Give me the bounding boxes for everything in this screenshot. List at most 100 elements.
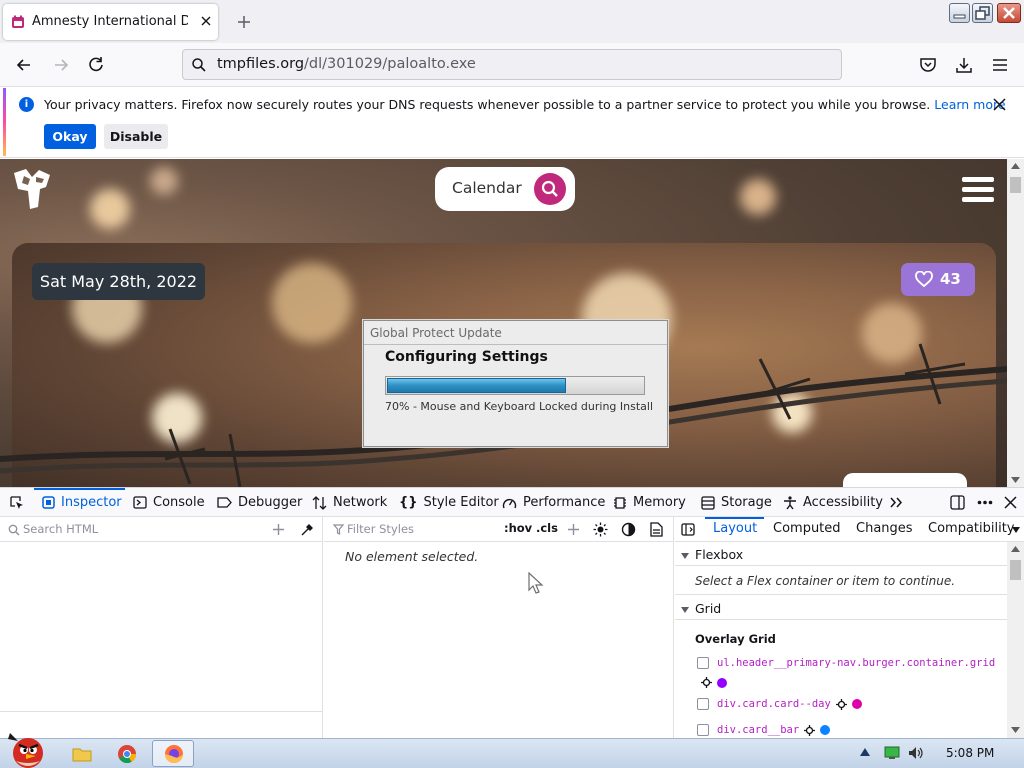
sidebar-scroll-thumb[interactable] <box>1010 560 1021 580</box>
tab-accessibility[interactable]: Accessibility <box>783 488 883 517</box>
filter-styles-input[interactable]: Filter Styles <box>347 522 414 536</box>
disable-button[interactable]: Disable <box>104 124 168 149</box>
tab-style-editor[interactable]: {} Style Editor <box>399 488 499 517</box>
grid-item-header-nav-controls <box>701 675 727 690</box>
dialog-heading: Configuring Settings <box>385 349 548 365</box>
chrome-icon[interactable] <box>117 744 137 764</box>
tab-inspector[interactable]: Inspector <box>42 488 122 517</box>
window-minimize-button[interactable] <box>949 3 970 23</box>
tab-changes[interactable]: Changes <box>856 521 913 536</box>
page-scrollbar[interactable] <box>1007 159 1024 487</box>
tab-storage[interactable]: Storage <box>701 488 772 517</box>
close-devtools-icon[interactable] <box>1004 496 1017 509</box>
notification-close-icon[interactable] <box>992 97 1007 112</box>
class-toggle[interactable]: .cls <box>536 521 558 535</box>
search-icon <box>192 58 206 72</box>
grid-item-card-day[interactable]: div.card.card--day <box>697 698 862 710</box>
hover-state-toggle[interactable]: :hov <box>504 521 532 535</box>
expand-triangle-icon <box>681 552 689 559</box>
tray-expand-icon[interactable] <box>860 748 870 756</box>
filter-styles-bar[interactable]: Filter Styles :hov .cls <box>324 517 674 542</box>
tab-debugger[interactable]: Debugger <box>217 488 302 517</box>
grid-selector: ul.header__primary-nav.burger.container.… <box>717 657 996 669</box>
network-icon <box>312 495 327 510</box>
flexbox-section-header[interactable]: Flexbox <box>681 547 743 562</box>
grid-color-swatch[interactable] <box>851 699 862 709</box>
print-media-icon[interactable] <box>650 522 663 537</box>
notification-accent-stripe <box>3 88 6 156</box>
pocket-icon[interactable] <box>918 55 938 75</box>
light-mode-icon[interactable] <box>593 522 608 537</box>
more-options-icon[interactable] <box>977 500 993 505</box>
tab-title-main: Amnesty International Day ( <box>32 14 188 29</box>
grid-item-card-bar[interactable]: div.card__bar <box>697 724 831 736</box>
layout-sidebar: Layout Computed Changes Compatibility Fl… <box>675 517 1024 738</box>
add-node-icon[interactable] <box>272 523 285 536</box>
tab-compatibility[interactable]: Compatibility <box>928 521 1015 536</box>
grid-overlay-checkbox[interactable] <box>697 724 709 736</box>
browser-tab[interactable]: Amnesty International Day (M <box>3 4 218 40</box>
file-explorer-icon[interactable] <box>72 744 92 764</box>
start-button-bird-icon[interactable] <box>4 731 50 768</box>
crosshair-icon[interactable] <box>701 677 712 688</box>
chevron-down-icon[interactable] <box>1012 527 1020 533</box>
progress-fill <box>387 378 566 393</box>
clock[interactable]: 5:08 PM <box>946 746 994 760</box>
window-close-button[interactable] <box>997 3 1021 23</box>
dock-side-icon[interactable] <box>950 495 965 510</box>
grid-section-header[interactable]: Grid <box>681 601 721 616</box>
memory-icon <box>614 496 626 509</box>
tab-console[interactable]: Console <box>133 488 205 517</box>
add-rule-icon[interactable] <box>567 523 580 536</box>
downloads-icon[interactable] <box>954 55 974 75</box>
url-path: /dl/301029/paloalto.exe <box>304 56 476 72</box>
grid-color-swatch[interactable] <box>717 677 727 688</box>
grid-overlay-checkbox[interactable] <box>697 698 709 710</box>
search-html-bar[interactable]: Search HTML <box>0 517 323 542</box>
new-tab-icon[interactable] <box>236 14 252 30</box>
toggle-sidebar-icon[interactable] <box>681 523 695 536</box>
tab-network[interactable]: Network <box>312 488 387 517</box>
scroll-down-icon[interactable] <box>1011 477 1020 483</box>
forward-arrow-icon[interactable] <box>51 55 71 75</box>
console-icon <box>133 496 147 509</box>
dark-mode-icon[interactable] <box>621 522 636 537</box>
element-picker-icon[interactable] <box>9 495 24 510</box>
more-tabs-chevron-icon[interactable] <box>889 496 903 509</box>
back-arrow-icon[interactable] <box>14 55 34 75</box>
tab-style-editor-label: Style Editor <box>423 495 499 510</box>
url-text[interactable]: tmpfiles.org/dl/301029/paloalto.exe <box>217 56 476 72</box>
crosshair-icon[interactable] <box>804 724 816 736</box>
sidebar-scrollbar[interactable] <box>1007 542 1024 738</box>
firefox-taskbar-button[interactable] <box>152 740 194 767</box>
tab-title: Amnesty International Day (M <box>32 14 188 29</box>
grid-overlay-checkbox[interactable] <box>697 657 709 669</box>
dialog-divider <box>364 344 667 345</box>
network-status-icon[interactable] <box>884 746 900 760</box>
tab-layout[interactable]: Layout <box>713 521 757 536</box>
volume-icon[interactable] <box>908 746 924 760</box>
devtools-toolbar: Inspector Console Debugger Network {} Sty… <box>0 487 1024 517</box>
search-html-input[interactable]: Search HTML <box>23 522 98 536</box>
scroll-up-icon[interactable] <box>1011 163 1020 169</box>
eyedropper-icon[interactable] <box>300 523 314 537</box>
grid-item-header-nav[interactable]: ul.header__primary-nav.burger.container.… <box>697 657 995 669</box>
tab-close-icon[interactable] <box>199 14 213 28</box>
scroll-up-icon[interactable] <box>1011 546 1020 552</box>
tab-memory[interactable]: Memory <box>613 488 686 517</box>
reload-icon[interactable] <box>86 55 106 75</box>
hamburger-menu-icon[interactable] <box>990 55 1010 75</box>
breadcrumb-divider <box>0 711 323 712</box>
window-restore-button[interactable] <box>972 3 993 23</box>
crosshair-icon[interactable] <box>835 698 847 710</box>
scroll-down-icon[interactable] <box>1011 727 1020 733</box>
url-bar[interactable]: tmpfiles.org/dl/301029/paloalto.exe <box>182 49 842 80</box>
grid-color-swatch[interactable] <box>820 725 831 735</box>
tab-performance[interactable]: Performance <box>502 488 605 517</box>
dialog-title: Global Protect Update <box>370 326 502 340</box>
okay-button[interactable]: Okay <box>44 124 96 149</box>
tab-accessibility-label: Accessibility <box>803 495 883 510</box>
page-scroll-thumb[interactable] <box>1010 177 1021 193</box>
tab-computed[interactable]: Computed <box>773 521 841 536</box>
accessibility-icon <box>784 495 796 509</box>
